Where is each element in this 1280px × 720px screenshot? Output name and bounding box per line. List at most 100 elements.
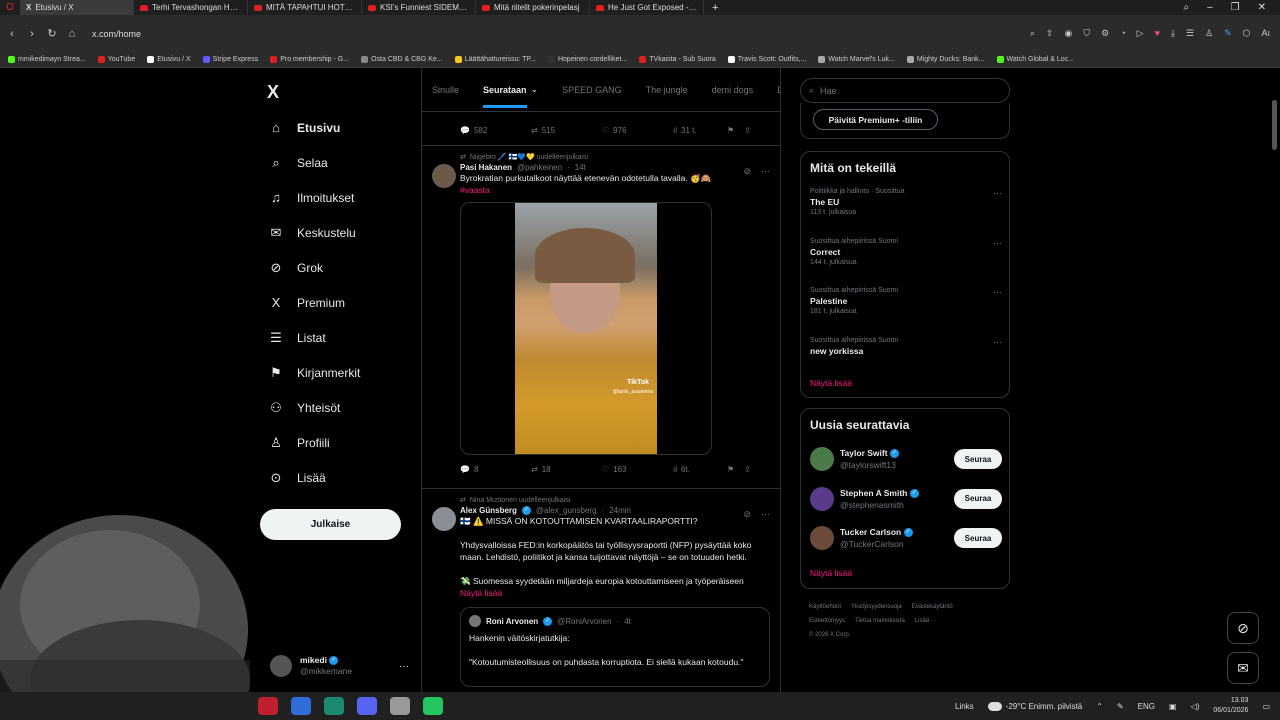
footer-link[interactable]: Evästekäytäntö bbox=[912, 604, 953, 610]
app-taskbar-icon[interactable] bbox=[390, 697, 410, 715]
post-button[interactable]: Julkaise bbox=[260, 509, 401, 540]
x-logo-icon[interactable]: X bbox=[267, 82, 279, 103]
volume-icon[interactable]: ◁) bbox=[1191, 702, 1200, 711]
cube-icon[interactable]: ⬡ bbox=[1243, 28, 1251, 39]
browser-tab[interactable]: He Just Got Exposed - You bbox=[590, 0, 704, 15]
bookmark-item[interactable]: YouTube bbox=[97, 56, 135, 63]
home-icon[interactable]: ⌂ bbox=[62, 28, 82, 40]
heart-icon[interactable]: ♥ bbox=[1155, 28, 1160, 39]
footer-link[interactable]: Tietoa mainoksista bbox=[855, 618, 905, 624]
author-handle[interactable]: @pahkeinen bbox=[517, 163, 562, 172]
feed-tab[interactable]: The jungle bbox=[646, 85, 688, 95]
chevron-down-icon[interactable]: ⌄ bbox=[531, 84, 539, 95]
nav-item-listat[interactable]: ☰ Listat bbox=[260, 320, 420, 355]
author-name[interactable]: Pasi Hakanen bbox=[460, 163, 512, 172]
bookmark-item[interactable]: Hopeinen cordelliket... bbox=[547, 56, 627, 63]
nav-item-yhteisöt[interactable]: ⚇ Yhteisöt bbox=[260, 390, 420, 425]
discord-taskbar-icon[interactable] bbox=[357, 697, 377, 715]
account-switcher[interactable]: mikedi ✓ @mikkemane ··· bbox=[270, 650, 415, 682]
video-player[interactable]: TikTok @tanhi_assamma bbox=[460, 202, 712, 455]
notification-icon[interactable]: ▭ bbox=[1262, 702, 1270, 711]
feed-tab[interactable]: demi dogs bbox=[712, 85, 754, 95]
ai-icon[interactable]: Aı bbox=[1261, 28, 1270, 39]
trend-item[interactable]: Politiikka ja hallinto · Suosittua The EU… bbox=[810, 188, 1002, 216]
more-dots-icon[interactable]: ··· bbox=[993, 287, 1002, 297]
scrollbar[interactable] bbox=[1272, 100, 1277, 150]
feed-tab[interactable]: Dima bbox=[777, 85, 780, 95]
play-icon[interactable]: ▷ bbox=[1137, 28, 1144, 39]
feed-tab[interactable]: SPEED GANG bbox=[562, 85, 622, 95]
nav-item-profiili[interactable]: ♙ Profiili bbox=[260, 425, 420, 460]
bookmark-item[interactable]: Stripe Express bbox=[202, 56, 258, 63]
show-more-link[interactable]: Näytä lisää bbox=[460, 587, 770, 599]
share-icon[interactable]: ⇪ bbox=[1046, 28, 1054, 39]
trend-item[interactable]: Suosittua aihepiirissä Suomi Palestine 181… bbox=[810, 287, 1002, 315]
bookmark-item[interactable]: Etusivu / X bbox=[147, 56, 191, 63]
nav-item-grok[interactable]: ⊘ Grok bbox=[260, 250, 420, 285]
files-taskbar-icon[interactable] bbox=[291, 697, 311, 715]
feed-tab[interactable]: Seurataan bbox=[483, 85, 527, 108]
more-dots-icon[interactable]: ··· bbox=[399, 661, 409, 672]
shield-icon[interactable]: ⛉ bbox=[1083, 28, 1090, 39]
bookmark-item[interactable]: Osta CBD & CBG Ke... bbox=[361, 56, 443, 63]
avatar[interactable] bbox=[432, 507, 456, 531]
bookmark-item[interactable]: Watch Marvel's Luk... bbox=[818, 56, 895, 63]
history-icon[interactable]: ◔ bbox=[1120, 28, 1125, 39]
pen-icon[interactable]: ✎ bbox=[1117, 702, 1124, 711]
nav-item-kirjanmerkit[interactable]: ⚑ Kirjanmerkit bbox=[260, 355, 420, 390]
post[interactable]: ⇄ Niigebro 🖊️ 🇫🇮💙💛 uudelleenjulkaisi Pas… bbox=[422, 146, 780, 489]
follow-button[interactable]: Seuraa bbox=[954, 528, 1002, 548]
hashtag-link[interactable]: #vaasta bbox=[460, 184, 780, 196]
clock[interactable]: 13.03 06/01/2026 bbox=[1213, 696, 1248, 716]
footer-link[interactable]: Lisää ··· bbox=[915, 618, 937, 624]
bookmark-icon[interactable]: ⚑ bbox=[727, 465, 734, 474]
browser-tab[interactable]: Mitä riitelit pokerinpelasj bbox=[476, 0, 590, 15]
browser-tab[interactable]: KSI's Funniest SIDEMEN M bbox=[362, 0, 476, 15]
close-icon[interactable]: ✕ bbox=[1258, 2, 1266, 13]
grok-float-button[interactable]: ⊘ bbox=[1227, 612, 1259, 644]
more-dots-icon[interactable]: ··· bbox=[993, 238, 1002, 248]
bookmark-item[interactable]: Mighty Ducks: Bank... bbox=[906, 56, 985, 63]
footer-link[interactable]: Yksityisyydensuoja bbox=[851, 604, 902, 610]
weather-text[interactable]: -29°C Enimm. pilvistä bbox=[1006, 702, 1083, 711]
author-handle[interactable]: @RoniArvonen bbox=[557, 617, 611, 626]
show-more-link[interactable]: Näytä lisää bbox=[810, 378, 852, 388]
messages-float-button[interactable]: ✉ bbox=[1227, 652, 1259, 684]
repost-button[interactable]: ⇄ 18 bbox=[531, 465, 602, 474]
bookmark-item[interactable]: Läättähattureissu: TP... bbox=[454, 56, 536, 63]
browser-tab-x[interactable]: X Etusivu / X bbox=[20, 0, 134, 15]
trend-item[interactable]: Suosittua aihepiirissä Suomi Correct 144 t… bbox=[810, 238, 1002, 266]
browser-tab[interactable]: MITÄ TAPAHTUI HOTELLIIN bbox=[248, 0, 362, 15]
grok-icon[interactable]: ⊘ bbox=[743, 509, 751, 520]
post-time[interactable]: 14t bbox=[575, 163, 586, 172]
who-to-follow-item[interactable]: Stephen A Smith ✓ @stephenasmith Seuraa bbox=[810, 485, 1002, 513]
nav-item-keskustelu[interactable]: ✉ Keskustelu bbox=[260, 215, 420, 250]
author-handle[interactable]: @alex_gunsberg bbox=[536, 506, 597, 515]
nav-item-etusivu[interactable]: ⌂ Etusivu bbox=[260, 110, 420, 145]
url-text[interactable]: x.com/home bbox=[92, 29, 141, 39]
edge-taskbar-icon[interactable] bbox=[324, 697, 344, 715]
reload-icon[interactable]: ↻ bbox=[42, 27, 62, 40]
bookmark-item[interactable]: mmikedimayn Strea... bbox=[8, 56, 86, 63]
search-input[interactable]: ⌕ Hae bbox=[800, 78, 1010, 103]
more-dots-icon[interactable]: ··· bbox=[761, 166, 770, 177]
network-icon[interactable]: ▣ bbox=[1169, 702, 1177, 711]
nav-item-premium[interactable]: X Premium bbox=[260, 285, 420, 320]
who-to-follow-item[interactable]: Taylor Swift ✓ @taylorswift13 Seuraa bbox=[810, 445, 1002, 473]
share-icon[interactable]: ⇪ bbox=[744, 465, 751, 474]
author-name[interactable]: Roni Arvonen bbox=[486, 617, 538, 626]
quoted-post[interactable]: Roni Arvonen ✓ @RoniArvonen · 4t Hankeni… bbox=[460, 607, 770, 687]
feed-tab[interactable]: Sinulle bbox=[432, 85, 459, 95]
reply-button[interactable]: 💬 8 bbox=[460, 465, 531, 474]
minimize-icon[interactable]: – bbox=[1207, 2, 1213, 13]
browser-tab[interactable]: Terhi Tervashongan Haast bbox=[134, 0, 248, 15]
bookmark-item[interactable]: Travis Scott: Outfits,... bbox=[727, 56, 806, 63]
like-button[interactable]: ♡ 163 bbox=[602, 465, 673, 474]
author-name[interactable]: Alex Günsberg bbox=[460, 506, 517, 515]
bookmark-item[interactable]: TVkaista - Sub Suora bbox=[639, 56, 716, 63]
grok-icon[interactable]: ⊘ bbox=[743, 166, 751, 177]
avatar[interactable] bbox=[432, 164, 456, 188]
footer-link[interactable]: © 2026 X Corp. bbox=[809, 632, 850, 638]
opera-logo-icon[interactable]: O bbox=[0, 0, 20, 15]
nav-item-lisää[interactable]: ⊙ Lisää bbox=[260, 460, 420, 495]
